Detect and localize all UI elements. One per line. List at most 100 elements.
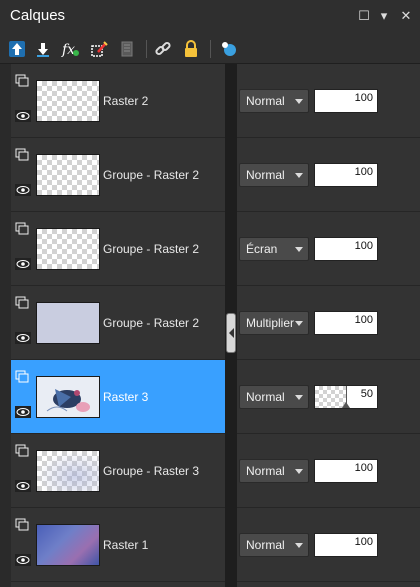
- chevron-down-icon: [295, 173, 303, 178]
- opacity-slider[interactable]: 100: [314, 89, 378, 113]
- opacity-value: 100: [354, 92, 373, 104]
- layer-props-row: Normal 100: [237, 434, 420, 508]
- layer-list: Raster 2 Groupe - Raster 2 Groupe - Rast…: [11, 64, 225, 587]
- layer-props-row: Normal 100: [237, 138, 420, 212]
- bird-image: [46, 389, 90, 412]
- layer-props-row: Normal 100: [237, 64, 420, 138]
- layer-thumbnail: [36, 80, 100, 122]
- layer-name: Groupe - Raster 2: [103, 168, 200, 182]
- lock-icon[interactable]: [180, 38, 202, 60]
- panel-titlebar: Calques ☐ ▾ ✕: [0, 0, 420, 34]
- layer-props-row: Normal 50: [237, 360, 420, 434]
- splitter-handle[interactable]: [226, 313, 236, 353]
- opacity-slider[interactable]: 100: [314, 237, 378, 261]
- blend-mode-select[interactable]: Multiplier: [239, 311, 309, 335]
- blend-mode-label: Normal: [246, 464, 285, 478]
- opacity-value: 100: [354, 166, 373, 178]
- opacity-slider[interactable]: 100: [314, 163, 378, 187]
- layer-row[interactable]: Groupe - Raster 3: [11, 434, 225, 508]
- layer-thumbnail: [36, 376, 100, 418]
- restore-icon[interactable]: ☐: [356, 8, 372, 24]
- opacity-slider[interactable]: 50: [314, 385, 378, 409]
- layer-group-icon[interactable]: [15, 148, 29, 161]
- layer-name: Raster 3: [103, 390, 149, 404]
- blend-mode-select[interactable]: Normal: [239, 385, 309, 409]
- blend-mode-label: Multiplier: [246, 316, 295, 330]
- layer-name: Groupe - Raster 2: [103, 242, 200, 256]
- layer-props-row: Normal 100: [237, 508, 420, 582]
- layer-row[interactable]: Raster 1: [11, 508, 225, 582]
- layer-row[interactable]: Groupe - Raster 2: [11, 212, 225, 286]
- eye-icon[interactable]: [15, 332, 31, 344]
- layer-row[interactable]: Groupe - Raster 2: [11, 286, 225, 360]
- opacity-value: 100: [354, 536, 373, 548]
- layer-group-icon[interactable]: [15, 370, 29, 383]
- layer-thumbnail: [36, 524, 100, 566]
- opacity-value: 100: [354, 462, 373, 474]
- layer-group-icon[interactable]: [15, 296, 29, 309]
- blend-mode-label: Normal: [246, 390, 285, 404]
- layer-properties-panel: Normal 100 Normal 100 Écran 100 Multipli…: [237, 64, 420, 587]
- layer-row-selected[interactable]: Raster 3: [11, 360, 225, 434]
- svg-text:fx: fx: [61, 42, 75, 58]
- blend-mode-select[interactable]: Écran: [239, 237, 309, 261]
- layers-toolbar: fx: [0, 34, 420, 64]
- layer-group-icon[interactable]: [15, 222, 29, 235]
- layer-row[interactable]: Groupe - Raster 2: [11, 138, 225, 212]
- eye-icon[interactable]: [15, 110, 31, 122]
- chevron-down-icon: [295, 321, 303, 326]
- layer-name: Groupe - Raster 2: [103, 316, 200, 330]
- toolbar-separator: [146, 40, 147, 58]
- menu-dropdown-icon[interactable]: ▾: [376, 8, 392, 24]
- blend-mode-label: Normal: [246, 538, 285, 552]
- layer-row[interactable]: Raster 2: [11, 64, 225, 138]
- opacity-slider[interactable]: 100: [314, 311, 378, 335]
- panel-title: Calques: [10, 7, 66, 24]
- eye-icon[interactable]: [15, 554, 31, 566]
- opacity-slider[interactable]: 100: [314, 459, 378, 483]
- opacity-slider[interactable]: 100: [314, 533, 378, 557]
- opacity-value: 100: [354, 314, 373, 326]
- opacity-value: 100: [354, 240, 373, 252]
- blend-mode-select[interactable]: Normal: [239, 459, 309, 483]
- link-layers-icon[interactable]: [152, 38, 174, 60]
- opacity-handle[interactable]: [342, 402, 350, 408]
- opacity-value: 50: [360, 388, 373, 400]
- close-icon[interactable]: ✕: [398, 8, 414, 24]
- chevron-down-icon: [295, 543, 303, 548]
- layer-group-icon[interactable]: [15, 74, 29, 87]
- layer-name: Groupe - Raster 3: [103, 464, 200, 478]
- blend-mode-label: Écran: [246, 242, 278, 256]
- eye-icon[interactable]: [15, 258, 31, 270]
- eye-icon[interactable]: [15, 184, 31, 196]
- chevron-down-icon: [295, 469, 303, 474]
- layer-thumbnail: [36, 302, 100, 344]
- toolbar-separator: [210, 40, 211, 58]
- move-layer-up-icon[interactable]: [6, 38, 28, 60]
- edit-selection-icon[interactable]: [88, 38, 110, 60]
- layer-thumbnail: [36, 228, 100, 270]
- eye-icon[interactable]: [15, 406, 31, 418]
- layer-name: Raster 1: [103, 538, 149, 552]
- layer-name: Raster 2: [103, 94, 149, 108]
- blend-mode-select[interactable]: Normal: [239, 89, 309, 113]
- delete-layer-icon[interactable]: [116, 38, 138, 60]
- layer-thumbnail: [36, 450, 100, 492]
- chevron-down-icon: [295, 247, 303, 252]
- layer-props-row: Écran 100: [237, 212, 420, 286]
- layer-props-row: Multiplier 100: [237, 286, 420, 360]
- blend-mode-label: Normal: [246, 94, 285, 108]
- layer-properties-icon[interactable]: [218, 38, 240, 60]
- blend-mode-label: Normal: [246, 168, 285, 182]
- blend-mode-select[interactable]: Normal: [239, 163, 309, 187]
- chevron-down-icon: [295, 99, 303, 104]
- blend-mode-select[interactable]: Normal: [239, 533, 309, 557]
- left-gutter: [0, 64, 11, 587]
- eye-icon[interactable]: [15, 480, 31, 492]
- layer-group-icon[interactable]: [15, 518, 29, 531]
- chevron-down-icon: [295, 395, 303, 400]
- move-layer-down-icon[interactable]: [32, 38, 54, 60]
- layer-group-icon[interactable]: [15, 444, 29, 457]
- layer-thumbnail: [36, 154, 100, 196]
- layer-effects-icon[interactable]: fx: [60, 38, 82, 60]
